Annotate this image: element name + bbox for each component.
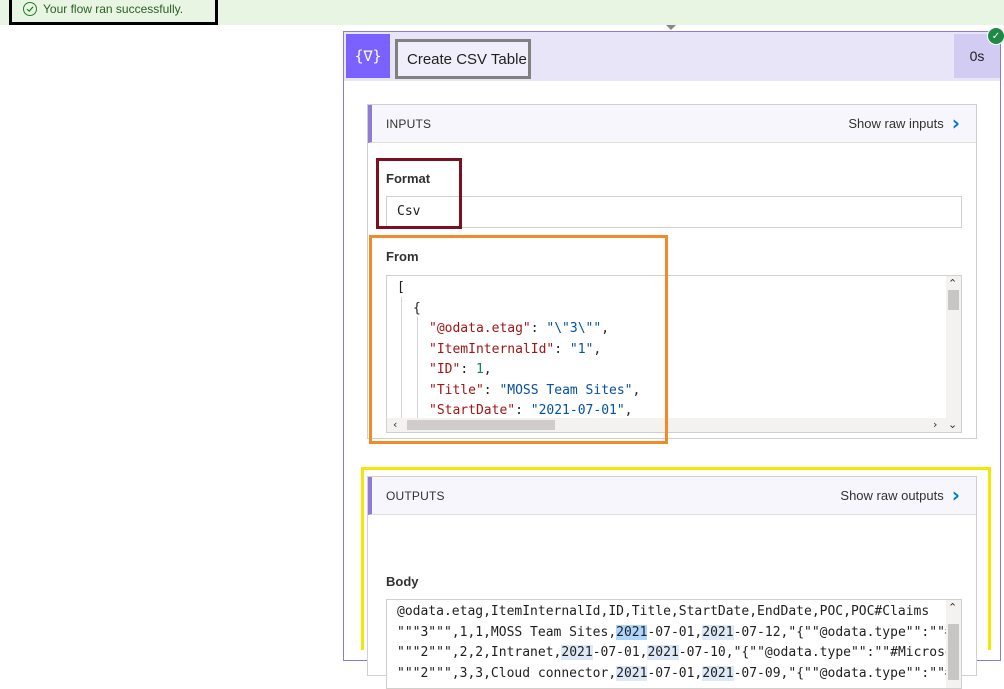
success-check-icon: ✓ [987, 27, 1004, 45]
csv-token: -07-01, [647, 665, 703, 681]
csv-token: 2021 [702, 665, 734, 681]
json-line: "ItemInternalId": "1", [397, 340, 640, 361]
json-token: "MOSS Team Sites" [499, 382, 633, 398]
json-token: : [483, 382, 500, 398]
json-token: : [554, 341, 570, 357]
action-header[interactable]: {∇} Create CSV Table 0s [344, 32, 1000, 81]
show-raw-inputs-text: Show raw inputs [848, 115, 944, 131]
json-line: [ [397, 278, 640, 299]
scroll-down-icon[interactable]: ⌄ [948, 419, 957, 431]
json-token: "1" [569, 341, 594, 357]
json-token: "ItemInternalId" [429, 341, 555, 357]
scroll-thumb[interactable] [948, 290, 959, 310]
duration-text: 0s [969, 48, 985, 64]
json-token: "\"3\"" [546, 321, 602, 336]
csv-token: """2""",2,2,Intranet, [397, 645, 562, 660]
json-token: , [624, 403, 633, 418]
from-json-code: [{"@odata.etag": "\"3\"", "ItemInternalId… [397, 278, 640, 432]
csv-line: @odata.etag,ItemInternalId,ID,Title,Star… [397, 602, 961, 623]
format-label: Format [386, 171, 431, 186]
csv-token: -07-09,"{""@odata.type"":""#Microsoft [733, 665, 961, 681]
from-label: From [386, 249, 419, 264]
csv-line: """3""",1,1,MOSS Team Sites,2021-07-01,2… [397, 623, 961, 644]
csv-token: 2021 [561, 645, 593, 660]
csv-token: @odata.etag,ItemInternalId,ID,Title,Star… [397, 604, 930, 619]
body-vertical-scrollbar[interactable]: ⌃ [946, 600, 961, 688]
json-line: { [397, 299, 640, 320]
outputs-section: OUTPUTS Show raw outputs › Body @odata.e… [367, 476, 977, 689]
inputs-section: INPUTS Show raw inputs › Format Csv From… [367, 104, 977, 439]
connector-arrow-icon [666, 25, 676, 30]
chevron-right-icon: › [951, 111, 960, 135]
scroll-up-icon[interactable]: ⌃ [948, 602, 957, 614]
csv-token: 2021 [616, 624, 648, 640]
inputs-header: INPUTS Show raw inputs › [368, 105, 976, 143]
body-output-viewer[interactable]: @odata.etag,ItemInternalId,ID,Title,Star… [386, 599, 962, 689]
json-token: [ [397, 280, 405, 295]
json-token: : [515, 403, 531, 418]
success-text: Your flow ran successfully. [43, 2, 184, 16]
csv-token: """2""",3,3,Cloud connector, [397, 665, 617, 681]
json-token: "@odata.etag" [429, 321, 531, 336]
json-token: : [460, 362, 476, 377]
format-value-box: Csv [386, 196, 962, 228]
csv-line: """2""",3,3,Cloud connector,2021-07-01,2… [397, 664, 961, 685]
json-token: , [632, 382, 641, 398]
csv-token: -07-01, [592, 645, 648, 660]
scroll-thumb-horizontal[interactable] [407, 420, 555, 430]
action-title-text: Create CSV Table [407, 50, 527, 68]
json-line: "ID": 1, [397, 360, 640, 381]
json-token: "2021-07-01" [530, 403, 625, 418]
notification-bar: Your flow ran successfully. [0, 0, 1004, 25]
action-icon-glyph: {∇} [354, 47, 382, 65]
data-operation-icon: {∇} [346, 34, 390, 78]
csv-token: -07-01, [647, 624, 703, 640]
json-line: "Title": "MOSS Team Sites", [397, 381, 640, 402]
body-csv-text: @odata.etag,ItemInternalId,ID,Title,Star… [397, 602, 962, 685]
json-token: 1 [475, 362, 484, 377]
scroll-up-icon[interactable]: ⌃ [948, 278, 957, 290]
json-line: "@odata.etag": "\"3\"", [397, 319, 640, 340]
csv-token: -07-12,"{""@odata.type"":""#Microsoft [733, 624, 961, 640]
scroll-right-icon[interactable]: › [933, 419, 937, 431]
check-circle-icon [23, 2, 37, 16]
chevron-right-icon: › [951, 483, 960, 507]
action-card: {∇} Create CSV Table 0s INPUTS Show raw … [343, 31, 1001, 689]
json-token: , [593, 341, 602, 357]
from-horizontal-scrollbar[interactable]: ‹ › ⌄ [387, 418, 961, 432]
json-token: { [413, 300, 421, 316]
show-raw-inputs-link[interactable]: Show raw inputs › [848, 111, 960, 135]
csv-token: 2021 [702, 624, 734, 640]
scroll-left-icon[interactable]: ‹ [393, 419, 397, 431]
outputs-title: OUTPUTS [386, 489, 445, 503]
json-token: "StartDate" [429, 403, 516, 418]
json-token: : [530, 321, 547, 336]
from-vertical-scrollbar[interactable]: ⌃ [946, 276, 961, 420]
csv-token: -07-10,"{""@odata.type"":""#Microsoft [678, 645, 962, 660]
from-json-viewer[interactable]: [{"@odata.etag": "\"3\"", "ItemInternalId… [386, 275, 962, 433]
json-token: , [601, 321, 610, 336]
show-raw-outputs-link[interactable]: Show raw outputs › [840, 483, 960, 507]
action-title[interactable]: Create CSV Table [395, 39, 531, 79]
json-token: , [483, 362, 492, 377]
success-message: Your flow ran successfully. [9, 0, 218, 25]
show-raw-outputs-text: Show raw outputs [840, 487, 944, 503]
csv-line: """2""",2,2,Intranet,2021-07-01,2021-07-… [397, 643, 962, 664]
json-token: "Title" [429, 382, 484, 398]
json-token: "ID" [429, 362, 461, 377]
csv-token: 2021 [616, 665, 648, 681]
inputs-title: INPUTS [386, 117, 432, 131]
outputs-header: OUTPUTS Show raw outputs › [368, 477, 976, 515]
csv-token: 2021 [647, 645, 679, 660]
scroll-thumb[interactable] [948, 624, 959, 680]
body-label: Body [386, 574, 419, 589]
format-value: Csv [397, 204, 421, 219]
csv-token: """3""",1,1,MOSS Team Sites, [397, 624, 617, 640]
